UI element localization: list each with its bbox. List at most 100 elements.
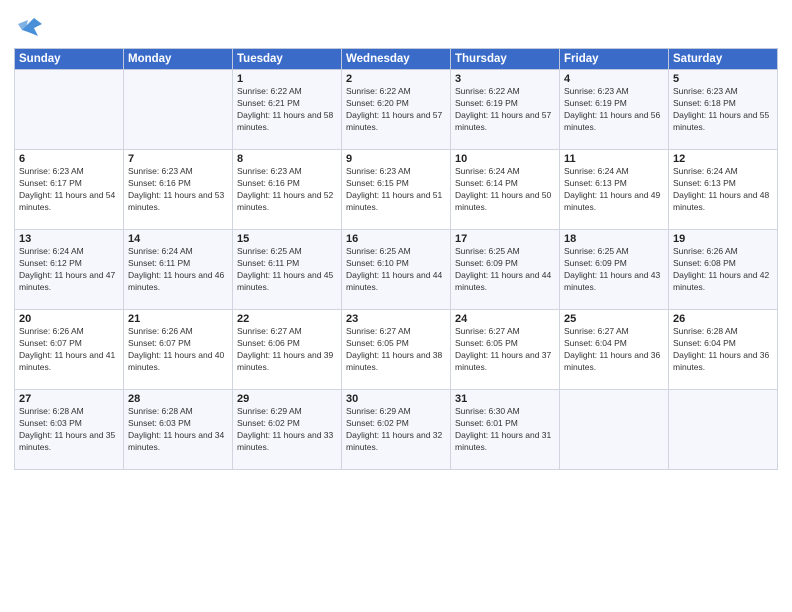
calendar-cell: 16Sunrise: 6:25 AM Sunset: 6:10 PM Dayli…: [342, 230, 451, 310]
day-info: Sunrise: 6:28 AM Sunset: 6:03 PM Dayligh…: [128, 406, 228, 454]
header-friday: Friday: [560, 49, 669, 70]
day-number: 28: [128, 393, 228, 405]
day-number: 4: [564, 73, 664, 85]
calendar-cell: 8Sunrise: 6:23 AM Sunset: 6:16 PM Daylig…: [233, 150, 342, 230]
calendar-cell: 20Sunrise: 6:26 AM Sunset: 6:07 PM Dayli…: [15, 310, 124, 390]
day-number: 27: [19, 393, 119, 405]
day-info: Sunrise: 6:29 AM Sunset: 6:02 PM Dayligh…: [346, 406, 446, 454]
header: [14, 10, 778, 42]
day-number: 22: [237, 313, 337, 325]
calendar-week-row: 6Sunrise: 6:23 AM Sunset: 6:17 PM Daylig…: [15, 150, 778, 230]
day-number: 11: [564, 153, 664, 165]
day-info: Sunrise: 6:27 AM Sunset: 6:05 PM Dayligh…: [346, 326, 446, 374]
calendar-week-row: 13Sunrise: 6:24 AM Sunset: 6:12 PM Dayli…: [15, 230, 778, 310]
day-info: Sunrise: 6:25 AM Sunset: 6:10 PM Dayligh…: [346, 246, 446, 294]
calendar-cell: 14Sunrise: 6:24 AM Sunset: 6:11 PM Dayli…: [124, 230, 233, 310]
day-number: 25: [564, 313, 664, 325]
header-saturday: Saturday: [669, 49, 778, 70]
calendar-cell: 27Sunrise: 6:28 AM Sunset: 6:03 PM Dayli…: [15, 390, 124, 470]
day-info: Sunrise: 6:27 AM Sunset: 6:04 PM Dayligh…: [564, 326, 664, 374]
day-number: 29: [237, 393, 337, 405]
day-number: 2: [346, 73, 446, 85]
day-info: Sunrise: 6:25 AM Sunset: 6:11 PM Dayligh…: [237, 246, 337, 294]
header-monday: Monday: [124, 49, 233, 70]
calendar-cell: 22Sunrise: 6:27 AM Sunset: 6:06 PM Dayli…: [233, 310, 342, 390]
day-info: Sunrise: 6:22 AM Sunset: 6:20 PM Dayligh…: [346, 86, 446, 134]
day-info: Sunrise: 6:26 AM Sunset: 6:07 PM Dayligh…: [19, 326, 119, 374]
day-info: Sunrise: 6:23 AM Sunset: 6:17 PM Dayligh…: [19, 166, 119, 214]
day-number: 31: [455, 393, 555, 405]
calendar-cell: 6Sunrise: 6:23 AM Sunset: 6:17 PM Daylig…: [15, 150, 124, 230]
calendar-cell: 5Sunrise: 6:23 AM Sunset: 6:18 PM Daylig…: [669, 70, 778, 150]
calendar-cell: 26Sunrise: 6:28 AM Sunset: 6:04 PM Dayli…: [669, 310, 778, 390]
day-number: 20: [19, 313, 119, 325]
day-number: 26: [673, 313, 773, 325]
day-info: Sunrise: 6:23 AM Sunset: 6:16 PM Dayligh…: [128, 166, 228, 214]
day-number: 5: [673, 73, 773, 85]
calendar-cell: 31Sunrise: 6:30 AM Sunset: 6:01 PM Dayli…: [451, 390, 560, 470]
day-number: 18: [564, 233, 664, 245]
day-info: Sunrise: 6:26 AM Sunset: 6:07 PM Dayligh…: [128, 326, 228, 374]
day-number: 16: [346, 233, 446, 245]
day-info: Sunrise: 6:25 AM Sunset: 6:09 PM Dayligh…: [455, 246, 555, 294]
calendar-cell: [124, 70, 233, 150]
day-info: Sunrise: 6:27 AM Sunset: 6:05 PM Dayligh…: [455, 326, 555, 374]
calendar-week-row: 27Sunrise: 6:28 AM Sunset: 6:03 PM Dayli…: [15, 390, 778, 470]
day-info: Sunrise: 6:24 AM Sunset: 6:13 PM Dayligh…: [673, 166, 773, 214]
day-number: 7: [128, 153, 228, 165]
day-info: Sunrise: 6:26 AM Sunset: 6:08 PM Dayligh…: [673, 246, 773, 294]
day-number: 12: [673, 153, 773, 165]
day-info: Sunrise: 6:27 AM Sunset: 6:06 PM Dayligh…: [237, 326, 337, 374]
calendar-cell: 29Sunrise: 6:29 AM Sunset: 6:02 PM Dayli…: [233, 390, 342, 470]
calendar-cell: 24Sunrise: 6:27 AM Sunset: 6:05 PM Dayli…: [451, 310, 560, 390]
day-info: Sunrise: 6:29 AM Sunset: 6:02 PM Dayligh…: [237, 406, 337, 454]
calendar-cell: 4Sunrise: 6:23 AM Sunset: 6:19 PM Daylig…: [560, 70, 669, 150]
calendar-cell: 17Sunrise: 6:25 AM Sunset: 6:09 PM Dayli…: [451, 230, 560, 310]
calendar-week-row: 1Sunrise: 6:22 AM Sunset: 6:21 PM Daylig…: [15, 70, 778, 150]
day-info: Sunrise: 6:23 AM Sunset: 6:18 PM Dayligh…: [673, 86, 773, 134]
day-number: 1: [237, 73, 337, 85]
day-info: Sunrise: 6:28 AM Sunset: 6:03 PM Dayligh…: [19, 406, 119, 454]
day-number: 30: [346, 393, 446, 405]
calendar-cell: 25Sunrise: 6:27 AM Sunset: 6:04 PM Dayli…: [560, 310, 669, 390]
day-info: Sunrise: 6:24 AM Sunset: 6:12 PM Dayligh…: [19, 246, 119, 294]
calendar-cell: 30Sunrise: 6:29 AM Sunset: 6:02 PM Dayli…: [342, 390, 451, 470]
day-number: 6: [19, 153, 119, 165]
calendar-cell: 21Sunrise: 6:26 AM Sunset: 6:07 PM Dayli…: [124, 310, 233, 390]
calendar-cell: 2Sunrise: 6:22 AM Sunset: 6:20 PM Daylig…: [342, 70, 451, 150]
day-number: 9: [346, 153, 446, 165]
day-number: 8: [237, 153, 337, 165]
day-info: Sunrise: 6:22 AM Sunset: 6:19 PM Dayligh…: [455, 86, 555, 134]
logo-icon: [14, 10, 46, 42]
calendar-cell: [560, 390, 669, 470]
calendar-cell: 11Sunrise: 6:24 AM Sunset: 6:13 PM Dayli…: [560, 150, 669, 230]
calendar-week-row: 20Sunrise: 6:26 AM Sunset: 6:07 PM Dayli…: [15, 310, 778, 390]
day-info: Sunrise: 6:23 AM Sunset: 6:15 PM Dayligh…: [346, 166, 446, 214]
logo: [14, 10, 50, 42]
day-number: 23: [346, 313, 446, 325]
day-number: 10: [455, 153, 555, 165]
day-number: 17: [455, 233, 555, 245]
day-info: Sunrise: 6:23 AM Sunset: 6:19 PM Dayligh…: [564, 86, 664, 134]
day-number: 15: [237, 233, 337, 245]
calendar-cell: 15Sunrise: 6:25 AM Sunset: 6:11 PM Dayli…: [233, 230, 342, 310]
calendar-cell: 9Sunrise: 6:23 AM Sunset: 6:15 PM Daylig…: [342, 150, 451, 230]
calendar-cell: 18Sunrise: 6:25 AM Sunset: 6:09 PM Dayli…: [560, 230, 669, 310]
calendar-cell: 7Sunrise: 6:23 AM Sunset: 6:16 PM Daylig…: [124, 150, 233, 230]
day-info: Sunrise: 6:28 AM Sunset: 6:04 PM Dayligh…: [673, 326, 773, 374]
calendar-cell: 28Sunrise: 6:28 AM Sunset: 6:03 PM Dayli…: [124, 390, 233, 470]
day-number: 13: [19, 233, 119, 245]
calendar-cell: [669, 390, 778, 470]
header-wednesday: Wednesday: [342, 49, 451, 70]
calendar-table: Sunday Monday Tuesday Wednesday Thursday…: [14, 48, 778, 470]
header-thursday: Thursday: [451, 49, 560, 70]
day-info: Sunrise: 6:24 AM Sunset: 6:14 PM Dayligh…: [455, 166, 555, 214]
day-info: Sunrise: 6:24 AM Sunset: 6:13 PM Dayligh…: [564, 166, 664, 214]
day-number: 19: [673, 233, 773, 245]
calendar-cell: 12Sunrise: 6:24 AM Sunset: 6:13 PM Dayli…: [669, 150, 778, 230]
day-number: 24: [455, 313, 555, 325]
day-info: Sunrise: 6:25 AM Sunset: 6:09 PM Dayligh…: [564, 246, 664, 294]
calendar-cell: 23Sunrise: 6:27 AM Sunset: 6:05 PM Dayli…: [342, 310, 451, 390]
calendar-header-row: Sunday Monday Tuesday Wednesday Thursday…: [15, 49, 778, 70]
header-sunday: Sunday: [15, 49, 124, 70]
